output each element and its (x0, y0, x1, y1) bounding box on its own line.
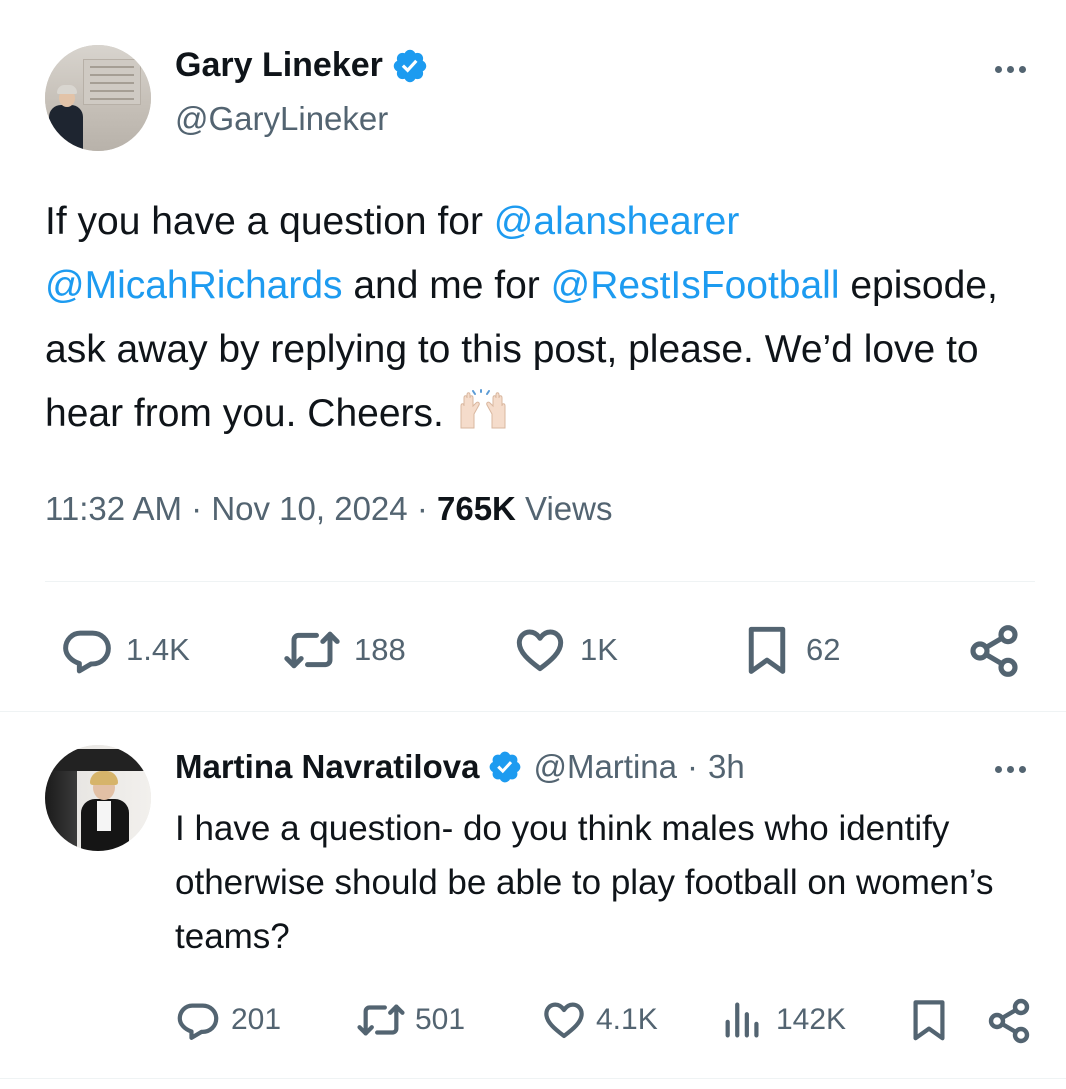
mention-link[interactable]: @MicahRichards (45, 264, 343, 307)
more-options-icon[interactable] (995, 66, 1026, 73)
mention-link[interactable]: @alanshearer (494, 200, 740, 243)
tweet-text: If you have a question for @alanshearer … (45, 190, 1035, 446)
like-count: 1K (580, 632, 618, 667)
bookmark-button[interactable] (906, 995, 952, 1045)
bookmark-count: 62 (806, 632, 841, 667)
repost-button[interactable]: 188 (282, 623, 406, 677)
reply-author-handle[interactable]: @Martina (533, 748, 677, 786)
views-icon (725, 1002, 759, 1038)
author-avatar[interactable] (45, 45, 151, 151)
author-name[interactable]: Gary Lineker (175, 46, 383, 85)
share-button[interactable] (966, 623, 1022, 679)
tweet-text-segment: If you have a question for (45, 200, 494, 243)
divider (45, 581, 1035, 582)
reply-icon (63, 630, 111, 674)
reply-count: 201 (231, 1003, 282, 1036)
divider (0, 711, 1066, 712)
views-count: 765K (436, 490, 516, 527)
like-count: 4.1K (596, 1003, 658, 1036)
like-icon (544, 1002, 584, 1039)
reply-action-bar: 201 501 4.1K 142K (0, 993, 1066, 1053)
post-time[interactable]: 11:32 AM (45, 490, 182, 527)
bookmark-icon (748, 626, 786, 674)
tweet-meta: 11:32 AM · Nov 10, 2024 · 765K Views (45, 490, 612, 528)
share-button[interactable] (985, 997, 1033, 1045)
tweet-text-segment: and me for (342, 264, 551, 307)
verified-badge-icon (490, 751, 521, 783)
reply-header: Martina Navratilova @Martina · 3h (175, 748, 745, 786)
divider (0, 1078, 1066, 1079)
tweet-detail-page: Gary Lineker @GaryLineker If you have a … (0, 0, 1066, 1089)
repost-count: 501 (415, 1003, 466, 1036)
repost-icon (284, 631, 340, 669)
reply-author-avatar[interactable] (45, 745, 151, 851)
bookmark-button[interactable]: 62 (740, 621, 840, 679)
reply-count: 1.4K (126, 632, 190, 667)
reply-text: I have a question- do you think males wh… (175, 809, 994, 956)
author-name-row: Gary Lineker (175, 46, 429, 85)
raising-hands-emoji (460, 389, 506, 429)
more-options-icon[interactable] (995, 766, 1026, 773)
reply-button[interactable]: 1.4K (60, 623, 190, 677)
like-button[interactable]: 4.1K (540, 997, 658, 1043)
views-button[interactable]: 142K (720, 997, 846, 1043)
reply-author-name[interactable]: Martina Navratilova (175, 748, 479, 786)
like-button[interactable]: 1K (512, 623, 618, 677)
repost-count: 188 (354, 632, 406, 667)
meta-separator: · (191, 490, 203, 527)
post-action-bar: 1.4K 188 1K 62 (0, 615, 1066, 685)
bookmark-icon (913, 1000, 945, 1041)
author-handle[interactable]: @GaryLineker (175, 100, 388, 138)
reply-icon (177, 1003, 219, 1040)
repost-button[interactable]: 501 (355, 997, 465, 1043)
mention-link[interactable]: @RestIsFootball (551, 264, 840, 307)
reply-separator: · (687, 748, 698, 785)
views-count: 142K (776, 1003, 847, 1036)
post-date[interactable]: Nov 10, 2024 (211, 490, 407, 527)
verified-badge-icon (393, 49, 427, 82)
like-icon (516, 629, 564, 672)
share-icon (988, 998, 1030, 1044)
reply-age[interactable]: 3h (708, 748, 745, 786)
views-label: Views (525, 490, 613, 527)
meta-separator: · (416, 490, 428, 527)
reply-button[interactable]: 201 (175, 997, 281, 1043)
share-icon (970, 625, 1018, 677)
repost-icon (357, 1004, 405, 1036)
